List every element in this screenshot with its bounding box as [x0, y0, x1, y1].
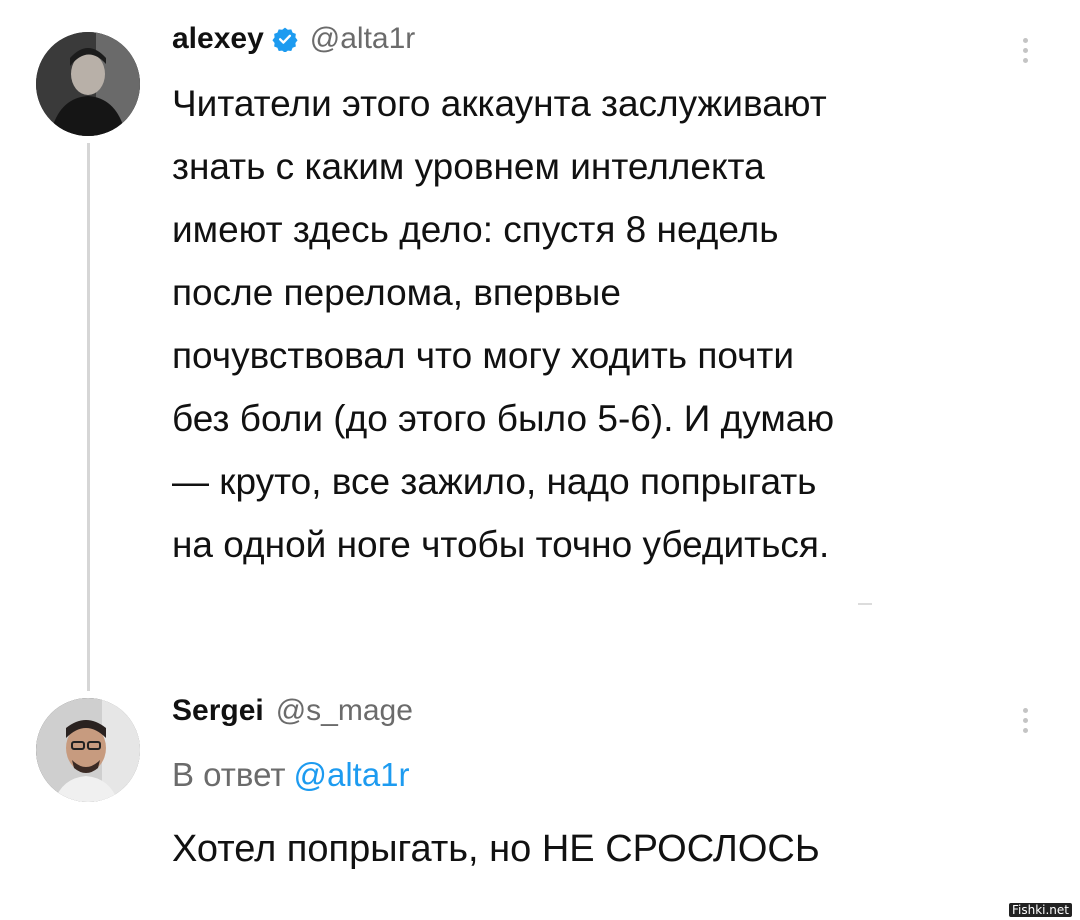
- tweet-line: знать с каким уровнем интеллекта: [172, 146, 765, 187]
- more-options-icon[interactable]: [1020, 38, 1030, 63]
- tweet-thread: alexey @alta1r Читатели этого аккаунта з…: [0, 0, 1080, 920]
- display-name[interactable]: alexey: [172, 22, 264, 56]
- tweet-line: имеют здесь дело: спустя 8 недель: [172, 209, 779, 250]
- reply-context: В ответ @alta1r: [172, 756, 410, 794]
- more-options-icon[interactable]: [1020, 708, 1030, 733]
- watermark: Fishki.net: [1008, 903, 1072, 917]
- tweet-body: Читатели этого аккаунта заслуживают знат…: [172, 72, 834, 576]
- tweet-line: после перелома, впервые: [172, 272, 621, 313]
- divider: [858, 603, 872, 605]
- tweet-line: Хотел попрыгать, но НЕ СРОСЛОСЬ: [172, 828, 820, 870]
- tweet-line: на одной ноге чтобы точно убедиться.: [172, 524, 830, 565]
- tweet-header-sergei: Sergei @s_mage: [172, 694, 413, 728]
- reply-prefix: В ответ: [172, 756, 286, 793]
- avatar-alexey-image: [36, 32, 140, 136]
- verified-badge-icon: [272, 26, 298, 53]
- avatar-sergei[interactable]: [36, 698, 140, 802]
- reply-body: Хотел попрыгать, но НЕ СРОСЛОСЬ: [172, 818, 820, 881]
- avatar-sergei-image: [36, 698, 140, 802]
- user-handle[interactable]: @s_mage: [276, 694, 413, 728]
- tweet-line: без боли (до этого было 5-6). И думаю: [172, 398, 835, 439]
- user-handle[interactable]: @alta1r: [310, 22, 416, 56]
- reply-mention-link[interactable]: @alta1r: [293, 756, 409, 793]
- display-name[interactable]: Sergei: [172, 694, 264, 728]
- tweet-line: — круто, все зажило, надо попрыгать: [172, 461, 817, 502]
- thread-connector-line: [87, 143, 90, 691]
- avatar-alexey[interactable]: [36, 32, 140, 136]
- tweet-header-alexey: alexey @alta1r: [172, 22, 415, 56]
- tweet-line: Читатели этого аккаунта заслуживают: [172, 83, 827, 124]
- tweet-line: почувствовал что могу ходить почти: [172, 335, 795, 376]
